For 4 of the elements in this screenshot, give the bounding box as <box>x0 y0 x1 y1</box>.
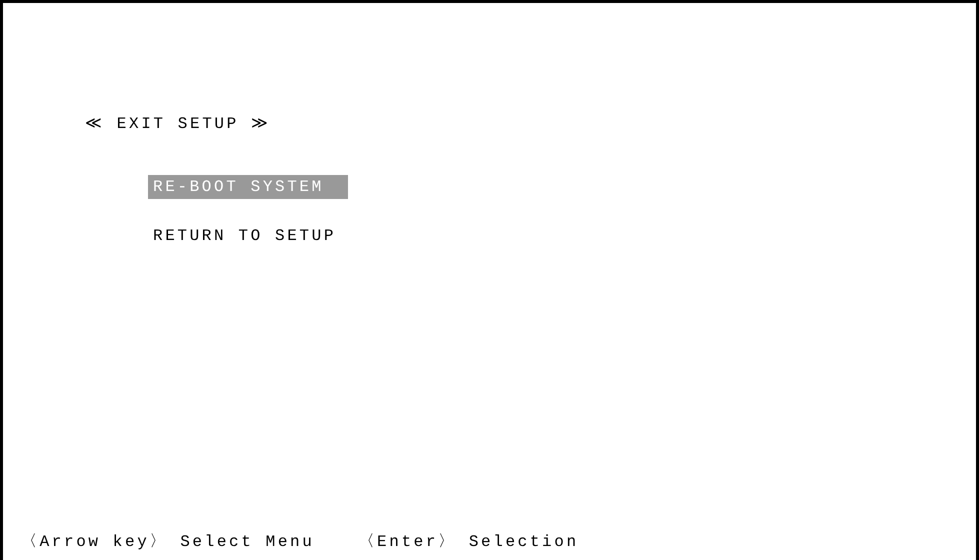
key-hint: 〈Arrow key〉 Select Menu <box>21 532 314 552</box>
key-hint: 〈Enter〉 Selection <box>358 532 579 552</box>
screen-title: ≪ EXIT SETUP ≫ <box>85 114 271 133</box>
menu-item[interactable]: RETURN TO SETUP <box>148 224 360 248</box>
